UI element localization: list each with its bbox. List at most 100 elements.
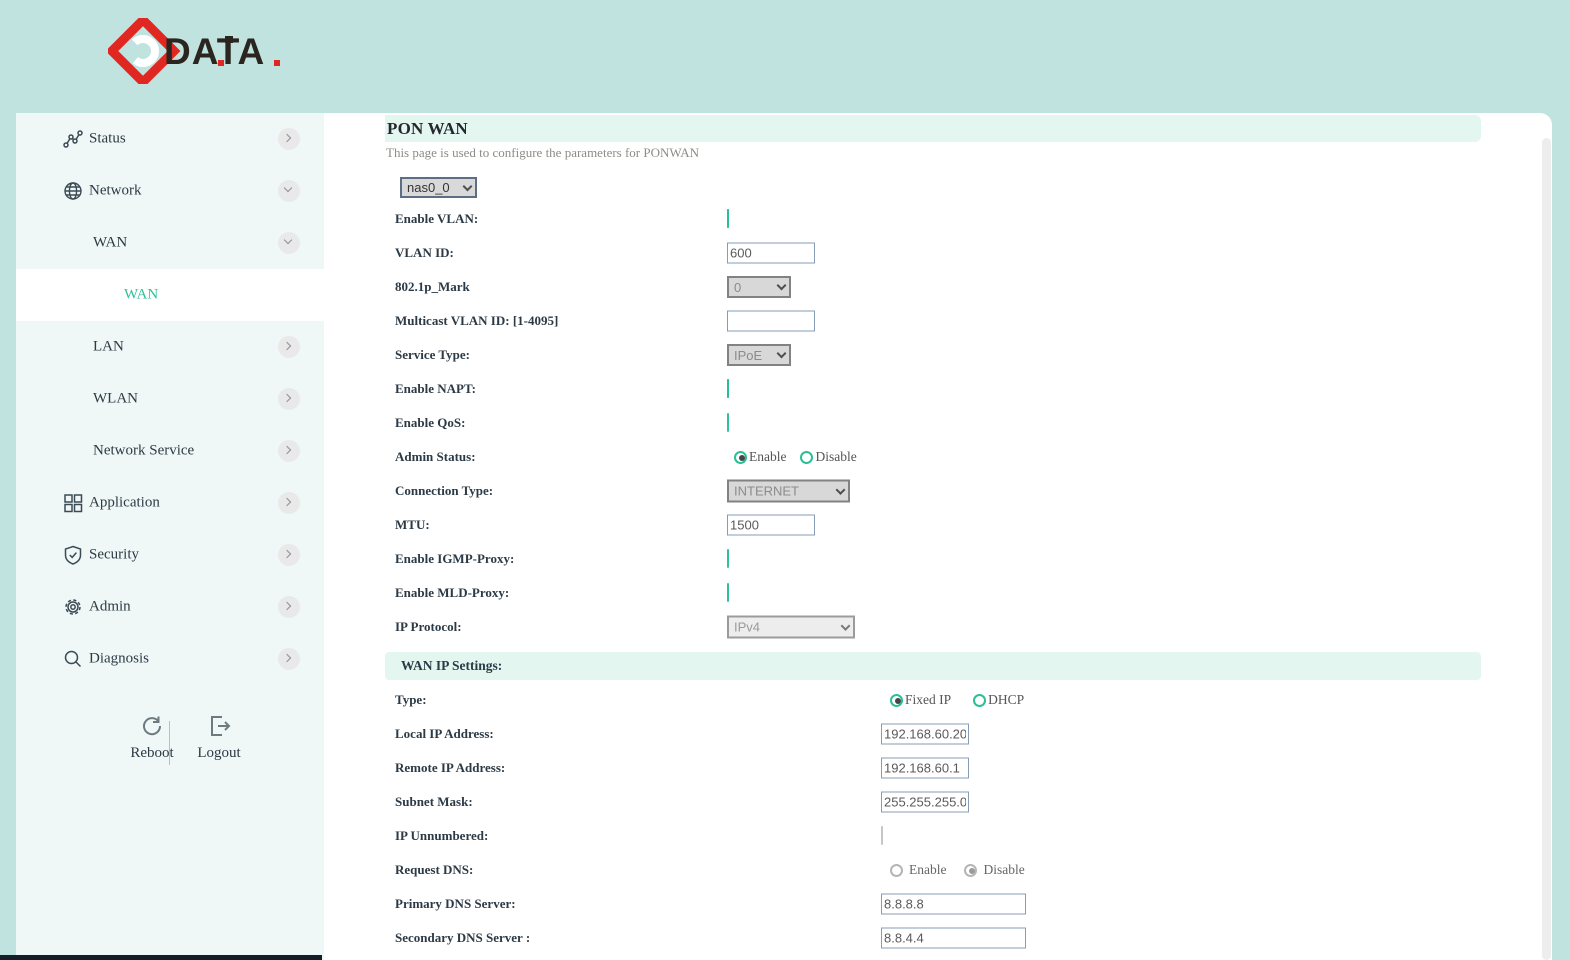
chevron-down-icon[interactable] — [278, 180, 300, 202]
globe-icon — [62, 180, 84, 202]
igmp-proxy-checkbox[interactable] — [727, 549, 729, 568]
reboot-button[interactable]: Reboot — [117, 713, 187, 762]
admin-status-enable-option[interactable]: Enable — [734, 449, 786, 465]
form-row-type: Type: Fixed IP DHCP — [324, 683, 1552, 717]
vlan-id-input[interactable] — [727, 243, 815, 264]
request-dns-enable-option[interactable]: Enable — [890, 862, 946, 878]
field-label: Enable QoS: — [395, 415, 465, 431]
radio-icon[interactable] — [890, 694, 903, 707]
8021p-mark-select[interactable]: 0 — [727, 276, 791, 298]
multicast-vlan-id-input[interactable] — [727, 311, 815, 332]
radio-icon[interactable] — [973, 694, 986, 707]
sidebar-item-status[interactable]: Status — [16, 113, 324, 165]
shield-icon — [62, 544, 84, 566]
admin-status-disable-option[interactable]: Disable — [800, 449, 856, 465]
chevron-right-icon[interactable] — [278, 648, 300, 670]
form-row-mld-proxy: Enable MLD-Proxy: — [324, 576, 1552, 610]
brand-logo: DATA — [108, 18, 328, 84]
sidebar-item-network-service[interactable]: Network Service — [16, 425, 324, 477]
sidebar-item-wlan[interactable]: WLAN — [16, 373, 324, 425]
radio-icon[interactable] — [800, 451, 813, 464]
connection-type-select[interactable]: INTERNET — [727, 480, 850, 503]
chevron-right-icon[interactable] — [278, 596, 300, 618]
form-row-enable-qos: Enable QoS: — [324, 406, 1552, 440]
chevron-right-icon[interactable] — [278, 440, 300, 462]
local-ip-input[interactable] — [881, 724, 969, 745]
search-icon — [62, 648, 84, 670]
bottom-bar — [0, 955, 322, 960]
sidebar-item-security[interactable]: Security — [16, 529, 324, 581]
sidebar-item-wan[interactable]: WAN — [16, 269, 324, 321]
mld-proxy-checkbox[interactable] — [727, 583, 729, 602]
chevron-right-icon[interactable] — [278, 128, 300, 150]
enable-vlan-checkbox[interactable] — [727, 209, 729, 228]
field-label: IP Unnumbered: — [395, 828, 488, 844]
sidebar-item-admin[interactable]: Admin — [16, 581, 324, 633]
service-type-select[interactable]: IPoE — [727, 344, 791, 366]
sidebar-item-label: Application — [89, 495, 160, 512]
enable-napt-checkbox[interactable] — [727, 379, 729, 398]
radio-label: Enable — [909, 862, 946, 878]
subnet-mask-input[interactable] — [881, 792, 969, 813]
sidebar-item-label: Security — [89, 547, 139, 564]
mtu-input[interactable] — [727, 515, 815, 536]
radio-label: Enable — [749, 449, 786, 465]
svg-text:DATA: DATA — [164, 31, 265, 72]
request-dns-disable-option[interactable]: Disable — [964, 862, 1024, 878]
field-label: Enable MLD-Proxy: — [395, 585, 509, 601]
main-panel: PON WAN This page is used to configure t… — [324, 113, 1552, 960]
wan-interface-select[interactable]: nas0_0 — [400, 177, 477, 198]
chevron-right-icon[interactable] — [278, 492, 300, 514]
power-actions: Reboot Logout — [16, 713, 324, 793]
logout-button[interactable]: Logout — [184, 713, 254, 762]
type-fixed-ip-option[interactable]: Fixed IP — [890, 692, 951, 708]
sidebar-item-lan[interactable]: LAN — [16, 321, 324, 373]
ip-protocol-select[interactable]: IPv4 — [727, 616, 855, 639]
form-row-multicast-vlan-id: Multicast VLAN ID: [1-4095] — [324, 304, 1552, 338]
form-row-request-dns: Request DNS: Enable Disable — [324, 853, 1552, 887]
field-label: Connection Type: — [395, 483, 493, 499]
chevron-right-icon[interactable] — [278, 544, 300, 566]
chevron-right-icon[interactable] — [278, 336, 300, 358]
sidebar-item-diagnosis[interactable]: Diagnosis — [16, 633, 324, 685]
field-label: Service Type: — [395, 347, 470, 363]
form-row-local-ip: Local IP Address: — [324, 717, 1552, 751]
radio-label: Fixed IP — [905, 692, 951, 708]
radio-icon[interactable] — [964, 864, 977, 877]
secondary-dns-input[interactable] — [881, 928, 1026, 949]
cdata-logo-icon: DATA — [108, 18, 328, 84]
chevron-right-icon[interactable] — [278, 388, 300, 410]
sidebar-item-label: WAN — [124, 287, 158, 304]
sidebar-item-label: LAN — [93, 339, 124, 356]
chevron-down-icon[interactable] — [278, 232, 300, 254]
radio-icon[interactable] — [734, 451, 747, 464]
field-label: Enable VLAN: — [395, 211, 478, 227]
primary-dns-input[interactable] — [881, 894, 1026, 915]
wan-form-section: Enable VLAN: VLAN ID: 802.1p_Mark 0 Mult… — [324, 202, 1552, 644]
page-title: PON WAN — [385, 119, 468, 139]
sidebar-item-network[interactable]: Network — [16, 165, 324, 217]
sidebar-item-label: Diagnosis — [89, 651, 149, 668]
section-title: WAN IP Settings: — [385, 658, 502, 674]
reboot-label: Reboot — [117, 745, 187, 762]
form-row-connection-type: Connection Type: INTERNET — [324, 474, 1552, 508]
radio-label: Disable — [815, 449, 856, 465]
form-row-primary-dns: Primary DNS Server: — [324, 887, 1552, 921]
sidebar-item-wan-group[interactable]: WAN — [16, 217, 324, 269]
status-nodes-icon — [62, 128, 84, 150]
page-title-band: PON WAN — [385, 115, 1481, 142]
ip-type-radio-group: Fixed IP DHCP — [890, 692, 1024, 708]
ip-unnumbered-checkbox[interactable] — [881, 826, 883, 845]
wan-ip-settings-section: Type: Fixed IP DHCP Local IP Address: Re… — [324, 683, 1552, 955]
field-label: Subnet Mask: — [395, 794, 473, 810]
enable-qos-checkbox[interactable] — [727, 413, 729, 432]
sidebar-item-application[interactable]: Application — [16, 477, 324, 529]
wan-interface-select-wrap: nas0_0 — [400, 177, 477, 198]
form-row-admin-status: Admin Status: Enable Disable — [324, 440, 1552, 474]
field-label: MTU: — [395, 517, 430, 533]
type-dhcp-option[interactable]: DHCP — [973, 692, 1024, 708]
remote-ip-input[interactable] — [881, 758, 969, 779]
radio-icon[interactable] — [890, 864, 903, 877]
form-row-ip-protocol: IP Protocol: IPv4 — [324, 610, 1552, 644]
sidebar-item-label: Network Service — [93, 443, 194, 460]
